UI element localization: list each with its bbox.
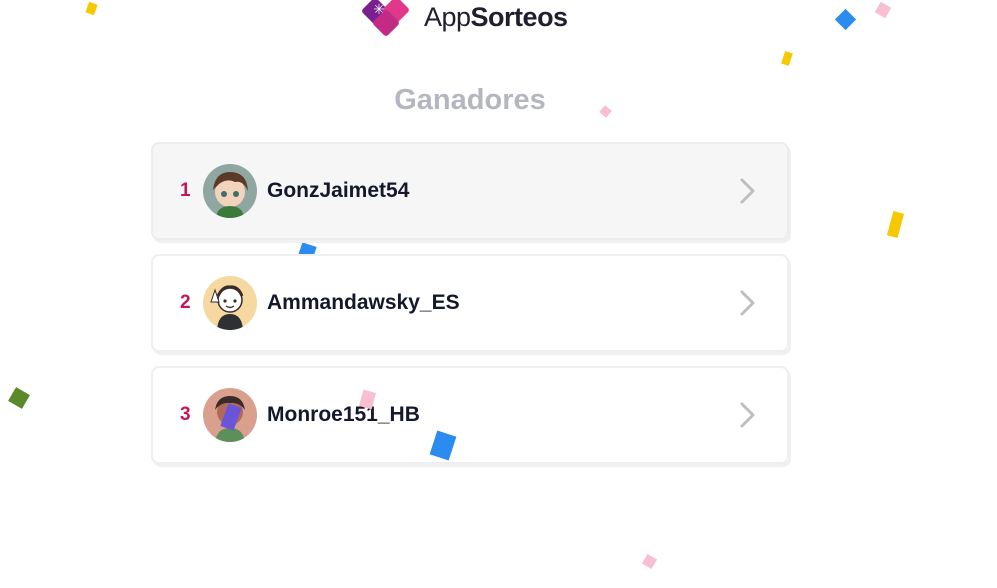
winner-rank: 1 — [180, 180, 191, 201]
winner-card-3[interactable]: 3 Monroe151_HB — [151, 366, 789, 464]
avatar — [203, 276, 257, 330]
chevron-right-icon — [740, 178, 755, 204]
winner-name: Ammandawsky_ES — [267, 291, 460, 314]
brand-name-light: App — [424, 1, 471, 32]
winner-rank: 2 — [180, 292, 191, 313]
chevron-right-icon — [740, 402, 755, 428]
confetti-piece — [85, 1, 98, 16]
winner-name: GonzJaimet54 — [267, 179, 410, 202]
confetti-piece — [8, 387, 30, 409]
avatar — [203, 388, 257, 442]
page-title: Ganadores — [394, 84, 546, 116]
chevron-right-icon — [740, 290, 755, 316]
winner-card-2[interactable]: 2 Ammandawsky_ES — [151, 254, 789, 352]
stage: ✳ AppSorteos Ganadores 1 GonzJaimet54 2 … — [0, 0, 997, 588]
confetti-piece — [834, 8, 857, 31]
confetti-piece — [641, 553, 658, 570]
winner-rank: 3 — [180, 404, 191, 425]
brand-name: AppSorteos — [424, 2, 568, 33]
winner-card-1[interactable]: 1 GonzJaimet54 — [151, 142, 789, 240]
brand-logo[interactable]: ✳ AppSorteos — [360, 0, 568, 40]
confetti-piece — [781, 51, 793, 66]
brand-name-bold: Sorteos — [470, 1, 569, 32]
confetti-piece — [874, 1, 892, 19]
confetti-piece — [886, 211, 905, 238]
winner-name: Monroe151_HB — [267, 403, 420, 426]
winners-list: 1 GonzJaimet54 2 Ammandawsky_ES 3 Monroe… — [151, 142, 789, 478]
avatar — [203, 164, 257, 218]
appsorteos-logo-icon: ✳ — [360, 0, 412, 40]
